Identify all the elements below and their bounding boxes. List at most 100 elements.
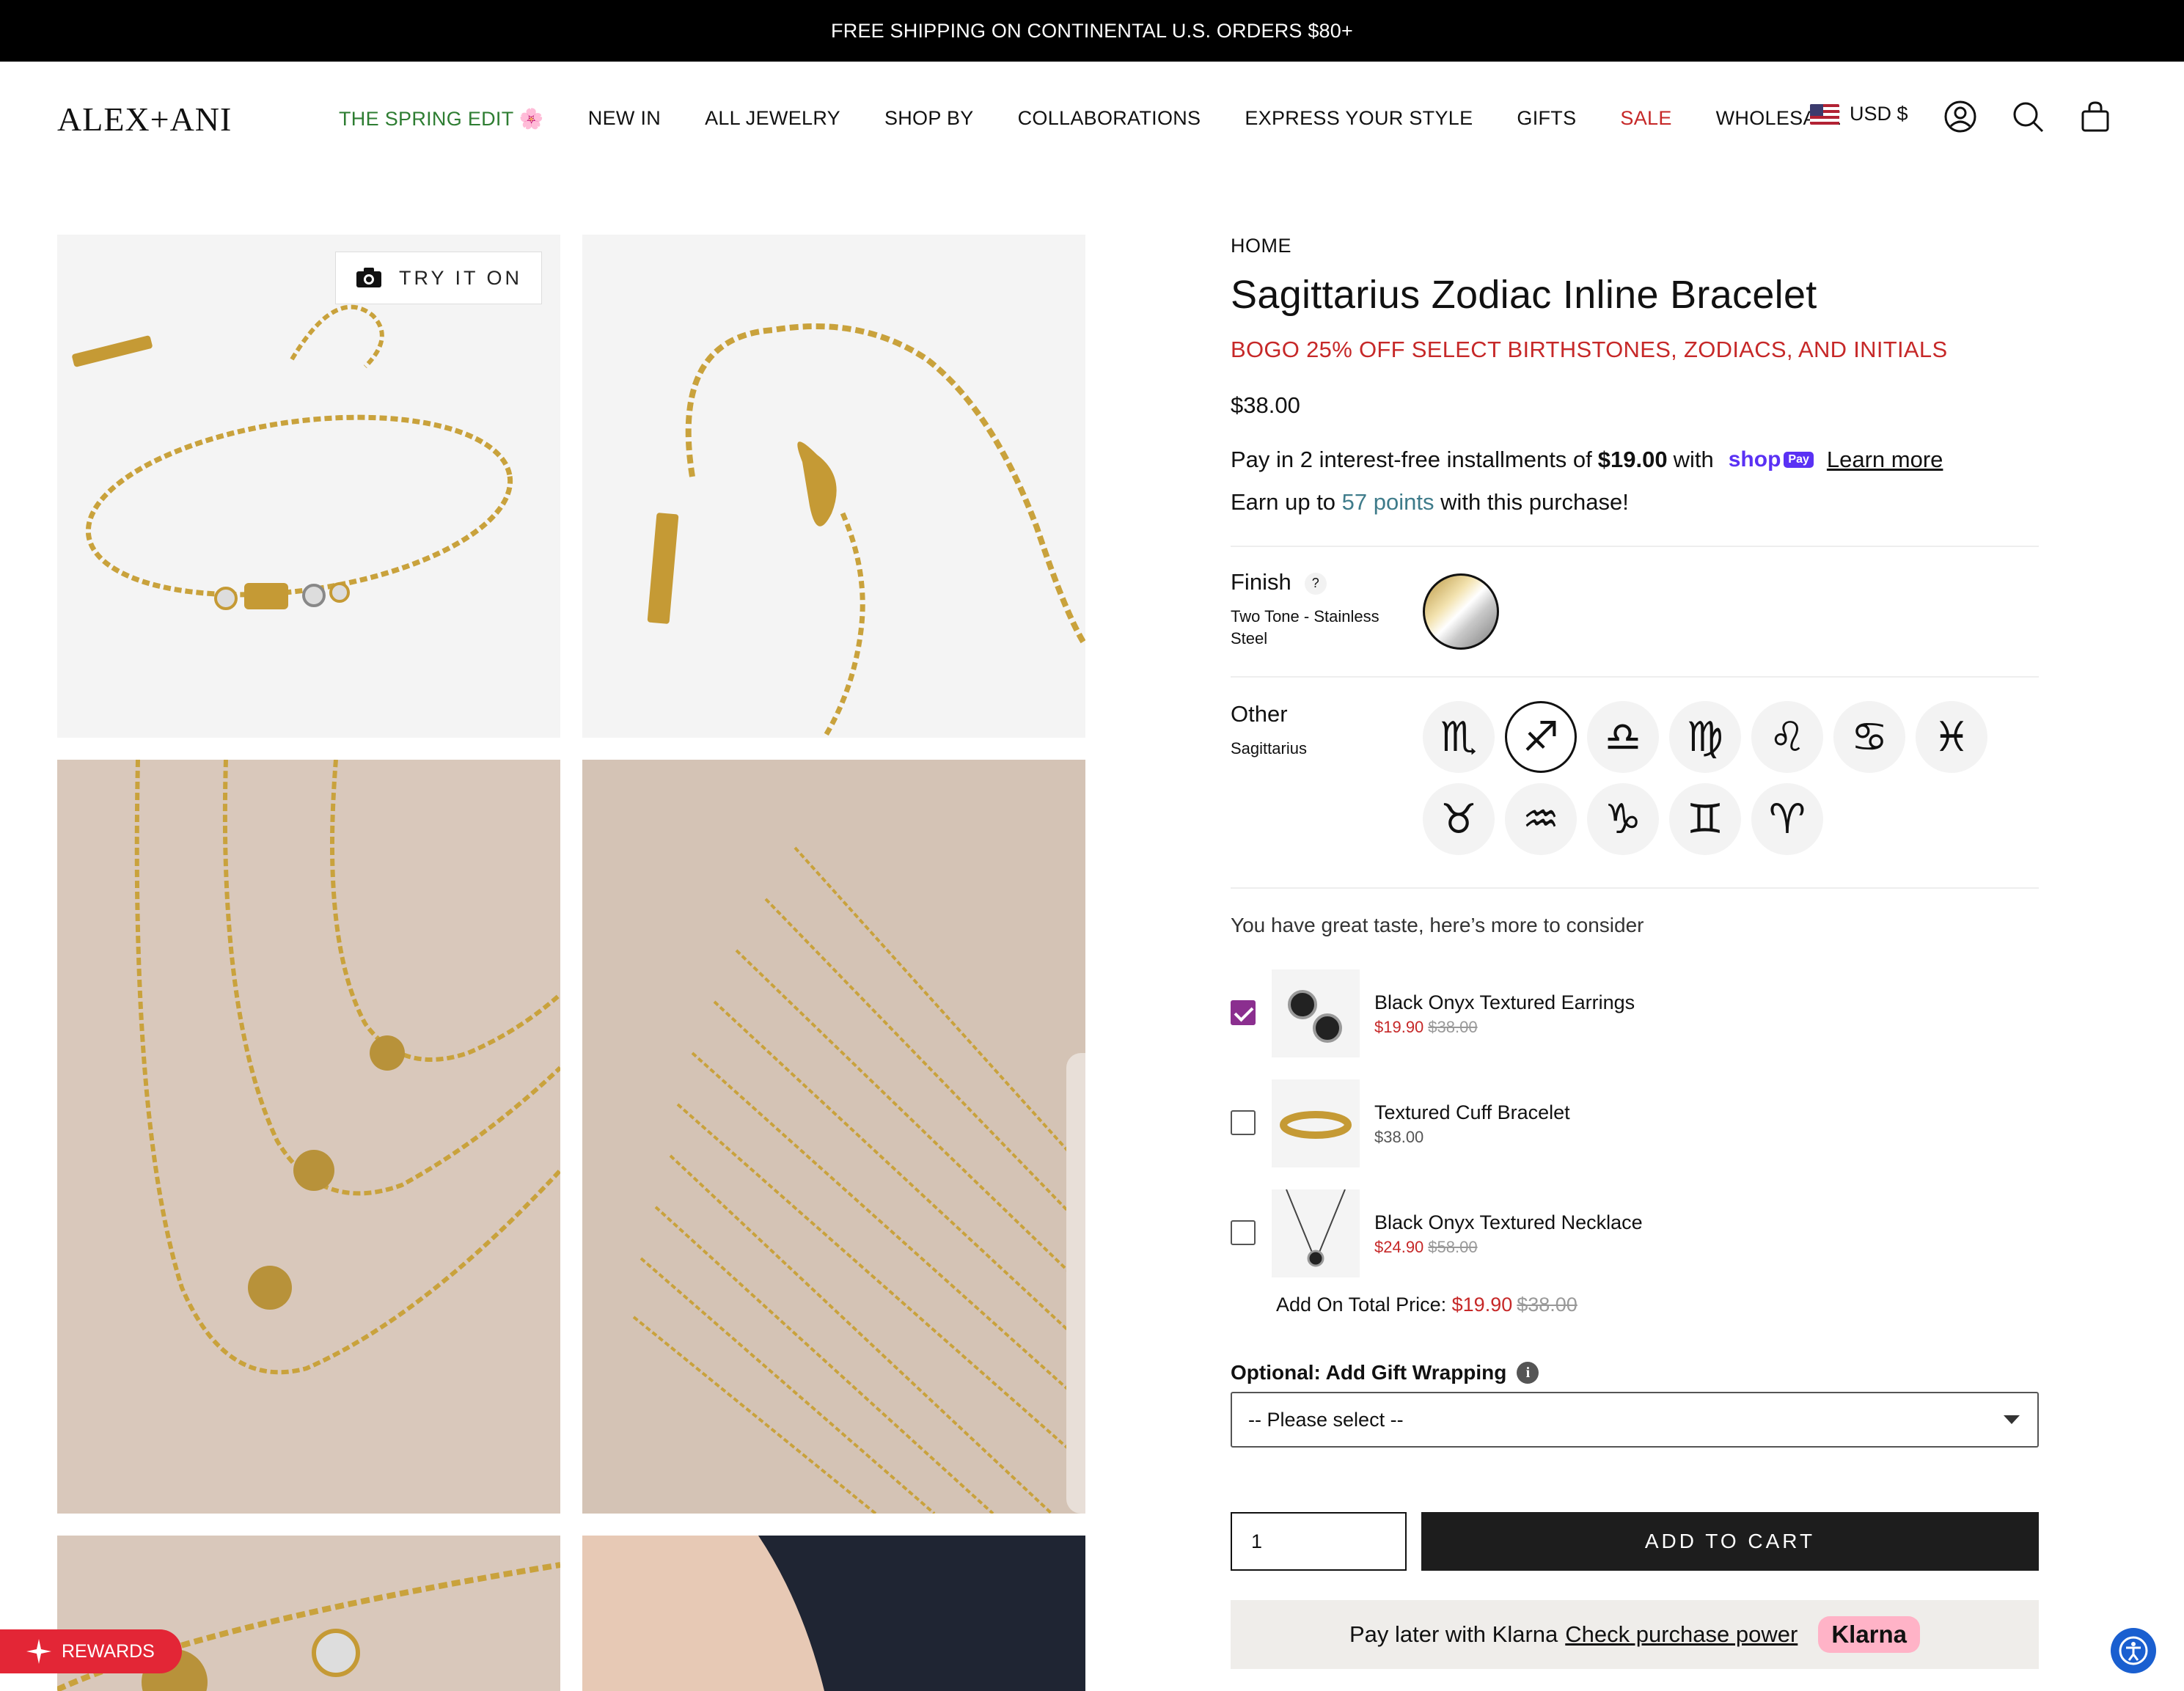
- clasp-photo: [647, 323, 1085, 738]
- promo-text: BOGO 25% OFF SELECT BIRTHSTONES, ZODIACS…: [1231, 337, 1948, 362]
- points-value[interactable]: 57 points: [1342, 489, 1434, 515]
- gift-wrap-select[interactable]: -- Please select --: [1231, 1392, 2039, 1448]
- addon-checkbox-cuff[interactable]: [1231, 1110, 1256, 1135]
- addon-thumb-cuff[interactable]: [1272, 1079, 1360, 1167]
- zodiac-pisces[interactable]: ♓: [1916, 701, 1987, 773]
- us-flag-icon: [1810, 103, 1839, 125]
- quantity-input[interactable]: 1: [1231, 1512, 1407, 1571]
- addon-checkbox-necklace[interactable]: [1231, 1220, 1256, 1245]
- nav-item-new-in[interactable]: NEW IN: [588, 107, 661, 131]
- zodiac-aries[interactable]: ♈: [1751, 783, 1823, 855]
- currency-label: USD $: [1850, 103, 1908, 125]
- addon-checkbox-earrings[interactable]: [1231, 1000, 1256, 1025]
- addon-item: Black Onyx Textured Earrings $19.90 $38.0…: [1231, 969, 2039, 1057]
- finish-label: Finish?: [1231, 569, 2039, 595]
- addon-price: $24.90 $58.00: [1374, 1238, 1478, 1257]
- account-icon[interactable]: [1943, 100, 1977, 133]
- zodiac-grid: ♏ ♐ ♎ ♍ ♌ ♋ ♓ ♉ ♒ ♑ ♊ ♈: [1423, 701, 1987, 855]
- addon-item: Black Onyx Textured Necklace $24.90 $58.0…: [1231, 1189, 2039, 1277]
- swatch-two-tone[interactable]: [1423, 573, 1499, 650]
- site-header: ALEX+ANI THE SPRING EDIT 🌸 NEW IN ALL JE…: [0, 62, 2184, 176]
- learn-more-link[interactable]: Learn more: [1827, 447, 1943, 473]
- addon-sale-price: $24.90: [1374, 1238, 1424, 1256]
- breadcrumb[interactable]: HOME: [1231, 235, 2039, 257]
- finish-label-text: Finish: [1231, 569, 1291, 595]
- layered-bracelets-photo: [134, 760, 560, 1375]
- addon-total-price: $19.90: [1451, 1294, 1513, 1316]
- necklace-image: [1286, 1189, 1346, 1267]
- points-row: Earn up to 57 points with this purchase!: [1231, 489, 2039, 516]
- nav-item-gifts[interactable]: GIFTS: [1517, 107, 1576, 131]
- product-price: $38.00: [1231, 392, 1300, 418]
- points-prefix: Earn up to: [1231, 489, 1336, 515]
- cart-icon[interactable]: [2078, 100, 2112, 133]
- addon-item: Textured Cuff Bracelet $38.00: [1231, 1079, 2039, 1167]
- add-to-cart-button[interactable]: ADD TO CART: [1421, 1512, 2039, 1571]
- accessibility-icon: [2119, 1636, 2148, 1665]
- zodiac-scorpio[interactable]: ♏: [1423, 701, 1495, 773]
- addon-price: $38.00: [1374, 1128, 1423, 1147]
- installments-suffix: with: [1673, 447, 1714, 472]
- try-it-on-button[interactable]: TRY IT ON: [335, 252, 542, 304]
- divider: [1231, 546, 2039, 547]
- bracelet-photo: [72, 304, 513, 610]
- brand-logo[interactable]: ALEX+ANI: [57, 100, 232, 139]
- addon-regular-price: $38.00: [1374, 1128, 1424, 1146]
- accessibility-button[interactable]: [2111, 1628, 2156, 1673]
- product-image-2[interactable]: [582, 235, 1085, 738]
- product-image-6[interactable]: [582, 1536, 1085, 1691]
- zodiac-gemini[interactable]: ♊: [1669, 783, 1741, 855]
- main-nav: THE SPRING EDIT 🌸 NEW IN ALL JEWELRY SHO…: [339, 107, 1841, 131]
- try-it-on-label: TRY IT ON: [398, 266, 523, 289]
- zodiac-aquarius[interactable]: ♒: [1505, 783, 1577, 855]
- zodiac-option: Other Sagittarius ♏ ♐ ♎ ♍ ♌ ♋ ♓ ♉ ♒ ♑ ♊ …: [1231, 701, 2039, 862]
- nav-item-sale[interactable]: SALE: [1620, 107, 1671, 131]
- addon-thumb-earrings[interactable]: [1272, 969, 1360, 1057]
- rewards-button[interactable]: REWARDS: [0, 1629, 182, 1673]
- installment-amount: $19.00: [1597, 447, 1668, 472]
- rewards-label: REWARDS: [62, 1640, 155, 1662]
- product-image-3[interactable]: [57, 760, 560, 1514]
- shop-pay-badge: Pay: [1784, 452, 1814, 468]
- zodiac-capricorn[interactable]: ♑: [1587, 783, 1659, 855]
- finish-option: Finish? Two Tone - Stainless Steel: [1231, 569, 2039, 664]
- klarna-banner: Pay later with Klarna Check purchase pow…: [1231, 1600, 2039, 1669]
- klarna-link[interactable]: Check purchase power: [1565, 1621, 1798, 1648]
- nav-item-spring-edit[interactable]: THE SPRING EDIT 🌸: [339, 107, 544, 131]
- addon-was-price: $58.00: [1428, 1238, 1478, 1256]
- sparkle-icon: [26, 1639, 51, 1664]
- addon-name[interactable]: Black Onyx Textured Earrings: [1374, 991, 1635, 1014]
- divider: [1231, 676, 2039, 678]
- addon-name[interactable]: Textured Cuff Bracelet: [1374, 1101, 1570, 1124]
- addon-total-label: Add On Total Price:: [1276, 1294, 1447, 1316]
- info-icon[interactable]: i: [1517, 1362, 1539, 1384]
- nav-item-shop-by[interactable]: SHOP BY: [884, 107, 974, 131]
- product-image-1[interactable]: [57, 235, 560, 738]
- product-image-4[interactable]: [582, 760, 1085, 1514]
- nav-item-collaborations[interactable]: COLLABORATIONS: [1018, 107, 1201, 131]
- addon-name[interactable]: Black Onyx Textured Necklace: [1374, 1211, 1643, 1234]
- zodiac-libra[interactable]: ♎: [1587, 701, 1659, 773]
- finish-value: Two Tone - Stainless Steel: [1231, 607, 1379, 648]
- klarna-prefix: Pay later with Klarna: [1349, 1621, 1558, 1647]
- shop-pay-logo: shop Pay: [1729, 447, 1814, 472]
- zodiac-virgo[interactable]: ♍: [1669, 701, 1741, 773]
- addon-total: Add On Total Price: $19.90 $38.00: [1276, 1294, 1577, 1316]
- zodiac-leo[interactable]: ♌: [1751, 701, 1823, 773]
- zodiac-cancer[interactable]: ♋: [1833, 701, 1905, 773]
- zodiac-sagittarius[interactable]: ♐: [1505, 701, 1577, 773]
- nav-item-express-your-style[interactable]: EXPRESS YOUR STYLE: [1245, 107, 1473, 131]
- product-title: Sagittarius Zodiac Inline Bracelet: [1231, 273, 1817, 317]
- nav-item-all-jewelry[interactable]: ALL JEWELRY: [705, 107, 840, 131]
- shop-pay-word: shop: [1728, 447, 1781, 472]
- currency-selector[interactable]: USD $: [1810, 103, 1908, 125]
- zodiac-taurus[interactable]: ♉: [1423, 783, 1495, 855]
- addon-price: $19.90 $38.00: [1374, 1018, 1478, 1037]
- chevron-down-icon: [2004, 1415, 2020, 1424]
- finish-help-icon[interactable]: ?: [1304, 572, 1327, 595]
- camera-icon: [356, 268, 381, 287]
- addon-total-was: $38.00: [1517, 1294, 1577, 1316]
- addon-thumb-necklace[interactable]: [1272, 1189, 1360, 1277]
- search-icon[interactable]: [2011, 100, 2045, 133]
- addons-heading: You have great taste, here’s more to con…: [1231, 914, 1644, 936]
